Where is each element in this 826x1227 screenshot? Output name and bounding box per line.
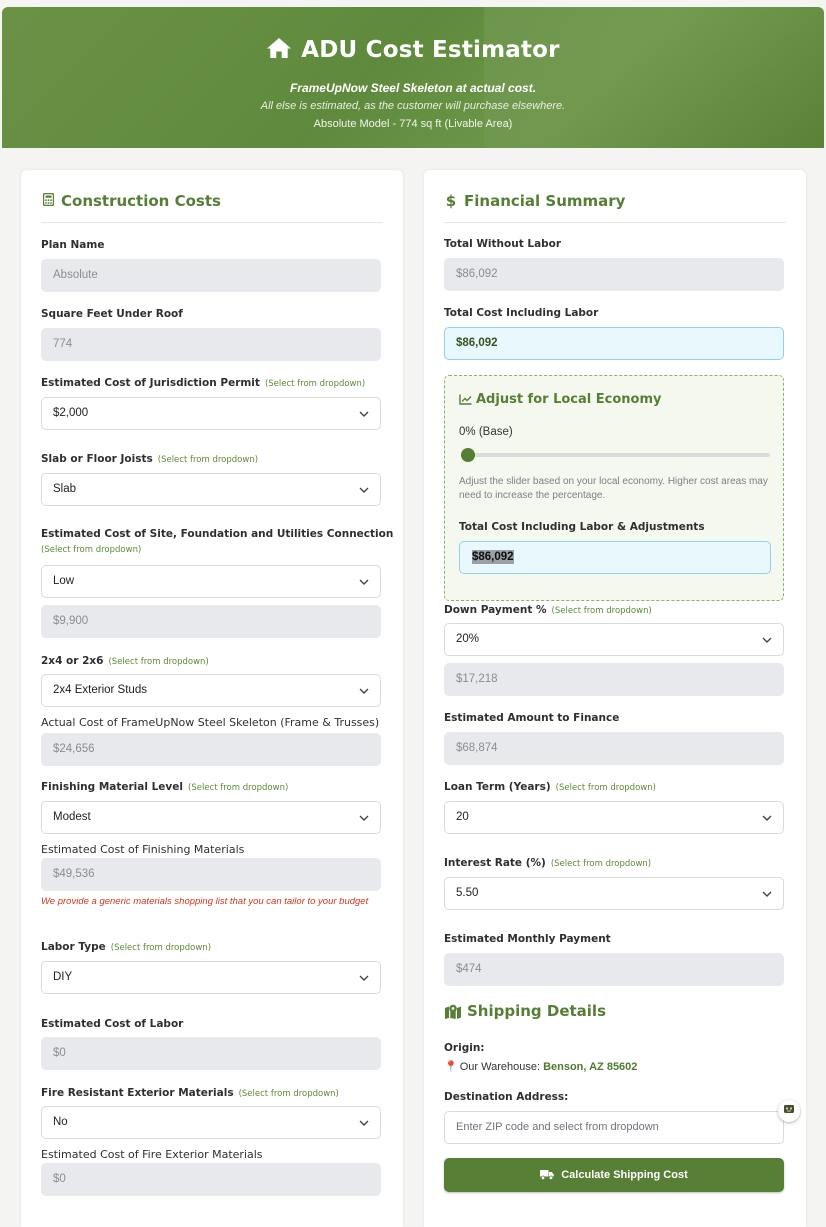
studs-select[interactable]: 2x4 Exterior Studs <box>41 674 381 707</box>
calculator-icon <box>41 192 55 210</box>
adjusted-total-label: Total Cost Including Labor & Adjustments <box>459 521 705 533</box>
total-with-labor-field: $86,092 <box>444 327 784 360</box>
local-economy-panel: Adjust for Local Economy 0% (Base) Adjus… <box>444 375 784 601</box>
finish-level-select[interactable]: Modest <box>41 801 381 834</box>
local-economy-title: Adjust for Local Economy <box>459 392 661 407</box>
location-pin-icon: 📍 <box>444 1061 458 1073</box>
skeleton-label: Actual Cost of FrameUpNow Steel Skeleton… <box>41 716 380 729</box>
chevron-down-icon <box>359 975 369 981</box>
section-divider <box>444 222 786 223</box>
fire-label: Fire Resistant Exterior Materials (Select… <box>41 1087 339 1099</box>
chevron-down-icon <box>359 487 369 493</box>
dropdown-hint: (Select from dropdown) <box>551 606 652 616</box>
loan-term-label: Loan Term (Years) (Select from dropdown) <box>444 781 656 793</box>
labor-cost-label: Estimated Cost of Labor <box>41 1018 184 1030</box>
labor-cost-field: $0 <box>41 1037 381 1070</box>
slab-select[interactable]: Slab <box>41 473 381 506</box>
slab-label: Slab or Floor Joists (Select from dropdow… <box>41 453 259 465</box>
chevron-down-icon <box>359 411 369 417</box>
line-chart-icon <box>459 394 472 405</box>
dropdown-hint: (Select from dropdown) <box>188 783 289 793</box>
total-with-labor-label: Total Cost Including Labor <box>444 307 599 319</box>
construction-costs-title: Construction Costs <box>41 192 221 210</box>
dropdown-hint: (Select from dropdown) <box>264 379 366 389</box>
total-without-labor-label: Total Without Labor <box>444 238 562 250</box>
chevron-down-icon <box>359 1120 369 1126</box>
dropdown-hint: (Select from dropdown) <box>550 859 652 869</box>
finance-amount-label: Estimated Amount to Finance <box>444 712 620 724</box>
slider-handle[interactable] <box>461 448 475 462</box>
labor-type-select[interactable]: DIY <box>41 961 381 994</box>
home-icon <box>267 38 292 58</box>
calculate-shipping-button[interactable]: Calculate Shipping Cost <box>444 1158 784 1192</box>
zip-input[interactable]: Enter ZIP code and select from dropdown <box>444 1111 784 1144</box>
financial-summary-card: $ Financial Summary Total Without Labor $… <box>424 170 806 1227</box>
finance-amount-field: $68,874 <box>444 732 784 765</box>
shipping-details-title: Shipping Details <box>444 1002 606 1020</box>
sqft-field: 774 <box>41 328 381 361</box>
dollar-icon: $ <box>445 192 457 210</box>
page-title: ADU Cost Estimator <box>2 37 824 63</box>
economy-slider[interactable] <box>467 453 770 457</box>
monthly-payment-field: $474 <box>444 953 784 986</box>
loan-term-select[interactable]: 20 <box>444 801 784 834</box>
labor-type-label: Labor Type (Select from dropdown) <box>41 941 212 953</box>
fire-cost-label: Estimated Cost of Fire Exterior Material… <box>41 1148 263 1161</box>
chevron-down-icon <box>359 688 369 694</box>
down-payment-select[interactable]: 20% <box>444 623 784 656</box>
dropdown-hint: (Select from dropdown) <box>110 943 212 953</box>
construction-costs-card: Construction Costs Plan Name Absolute Sq… <box>21 170 403 1227</box>
origin-label: Origin: <box>444 1042 485 1054</box>
fire-select[interactable]: No <box>41 1106 381 1139</box>
map-icon <box>445 1004 461 1019</box>
adjust-note: Adjust the slider based on your local ec… <box>459 476 768 501</box>
permit-label: Estimated Cost of Jurisdiction Permit (Se… <box>41 377 366 389</box>
page: ADU Cost Estimator FrameUpNow Steel Skel… <box>0 0 826 1227</box>
down-payment-label: Down Payment % (Select from dropdown) <box>444 604 652 616</box>
chevron-down-icon <box>762 815 772 821</box>
plan-name-label: Plan Name <box>41 239 105 251</box>
finish-cost-label: Estimated Cost of Finishing Materials <box>41 843 245 856</box>
sqft-label: Square Feet Under Roof <box>41 308 183 320</box>
chevron-down-icon <box>762 891 772 897</box>
dropdown-hint: (Select from dropdown) <box>108 657 209 667</box>
adjusted-total-field: $86,092 <box>459 541 771 574</box>
interest-rate-select[interactable]: 5.50 <box>444 877 784 910</box>
finish-note: We provide a generic materials shopping … <box>41 896 369 907</box>
total-without-labor-field: $86,092 <box>444 258 784 291</box>
header-model-line: Absolute Model - 774 sq ft (Livable Area… <box>313 118 513 130</box>
finish-cost-field: $49,536 <box>41 858 381 891</box>
monthly-payment-label: Estimated Monthly Payment <box>444 933 611 945</box>
interest-rate-label: Interest Rate (%) (Select from dropdown) <box>444 857 652 869</box>
section-divider <box>41 222 383 223</box>
fire-cost-field: $0 <box>41 1163 381 1196</box>
header-subtitle-italic: All else is estimated, as the customer w… <box>260 100 566 112</box>
dropdown-hint: (Select from dropdown) <box>555 783 656 793</box>
site-select[interactable]: Low <box>41 565 381 598</box>
chevron-down-icon <box>762 637 772 643</box>
adjust-percent-label: 0% (Base) <box>459 426 513 438</box>
dropdown-hint: (Select from dropdown) <box>41 545 142 555</box>
financial-summary-title: $ Financial Summary <box>445 192 626 210</box>
truck-icon <box>540 1170 555 1180</box>
studs-label: 2x4 or 2x6 (Select from dropdown) <box>41 655 209 667</box>
origin-value: 📍 Our Warehouse: Benson, AZ 85602 <box>444 1061 638 1073</box>
permit-select[interactable]: $2,000 <box>41 397 381 430</box>
chat-bot-icon <box>784 1105 794 1113</box>
chevron-down-icon <box>359 579 369 585</box>
finish-level-label: Finishing Material Level (Select from dro… <box>41 781 289 793</box>
chevron-down-icon <box>359 815 369 821</box>
down-payment-amount-field: $17,218 <box>444 663 784 696</box>
site-label: Estimated Cost of Site, Foundation and U… <box>41 528 394 540</box>
header-subtitle-bold: FrameUpNow Steel Skeleton at actual cost… <box>289 81 537 95</box>
chat-widget-button[interactable] <box>778 1100 800 1122</box>
dropdown-hint: (Select from dropdown) <box>238 1089 339 1099</box>
skeleton-cost-field: $24,656 <box>41 733 381 766</box>
dropdown-hint: (Select from dropdown) <box>157 455 259 465</box>
plan-name-field: Absolute <box>41 259 381 292</box>
destination-label: Destination Address: <box>444 1091 569 1103</box>
header-banner: ADU Cost Estimator FrameUpNow Steel Skel… <box>2 7 824 148</box>
site-cost-field: $9,900 <box>41 605 381 638</box>
